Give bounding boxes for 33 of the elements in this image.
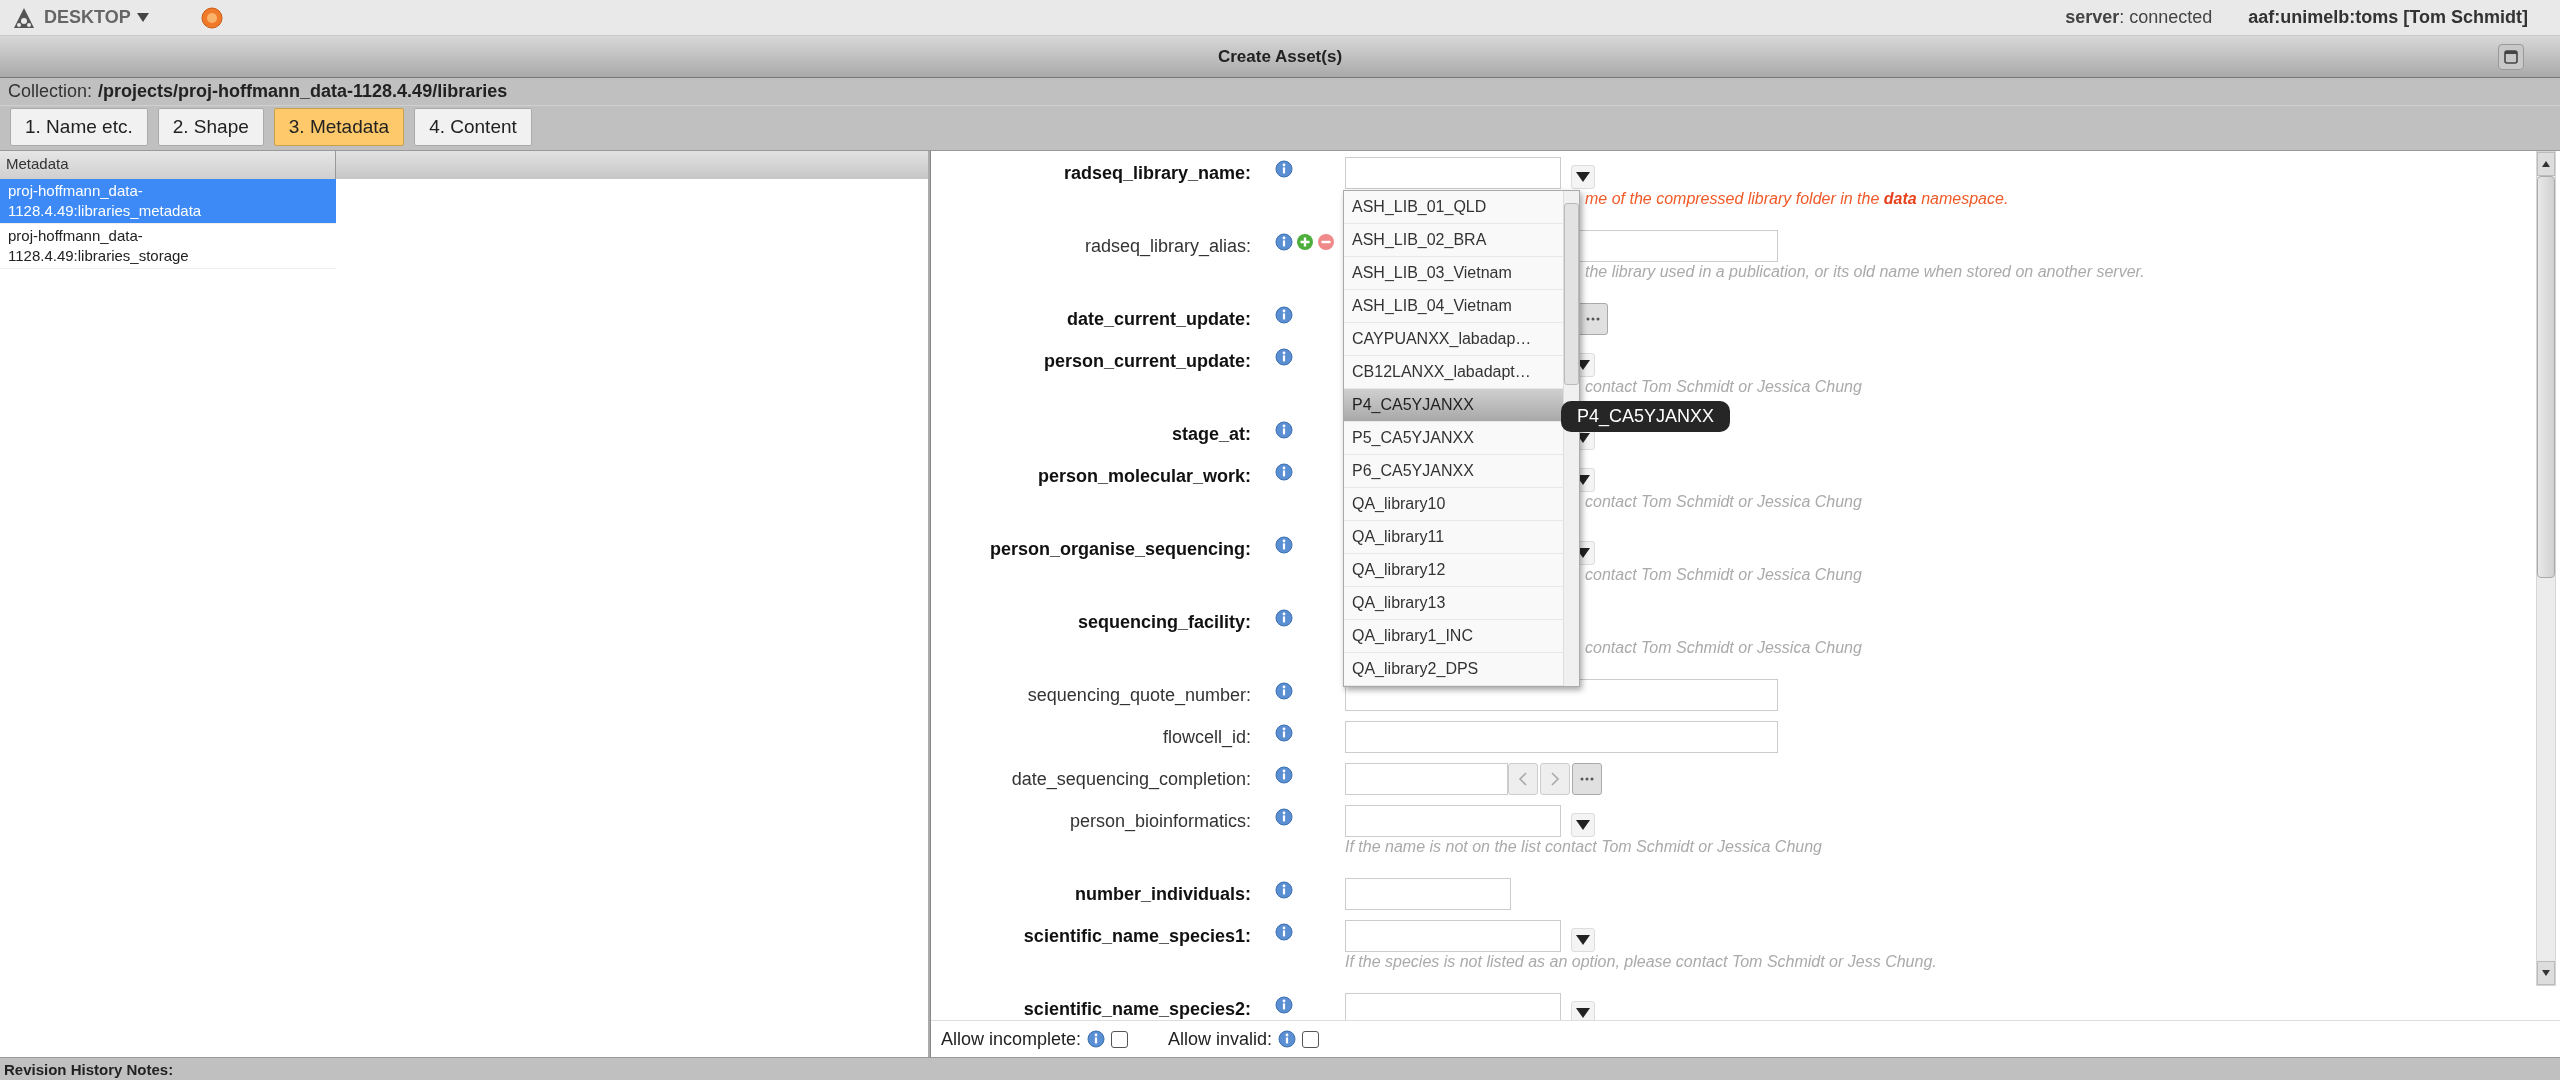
user-name: aaf:unimelb:toms [Tom Schmidt] — [2248, 7, 2528, 28]
field-label: sequencing_facility: — [1077, 611, 1251, 634]
field-label: person_organise_sequencing: — [989, 538, 1251, 561]
column-header: Metadata — [0, 151, 336, 179]
hint-text: If the species is not listed as an option, please contact Tom Schmidt or Jess Chung. — [1345, 952, 1937, 972]
field-label: person_bioinformatics: — [1069, 810, 1251, 834]
hint-text: me of the compressed library folder in the data namespace. — [1585, 189, 2009, 209]
collection-label: Collection: — [8, 81, 93, 102]
field-label: date_sequencing_completion: — [1011, 768, 1251, 792]
hint-text: contact Tom Schmidt or Jessica Chung — [1585, 492, 1862, 512]
window-title: Create Asset(s) — [1217, 46, 1343, 67]
collection-path: /projects/proj-hoffmann_data-1128.4.49/libraries — [98, 81, 508, 102]
hint-text: the library used in a publication, or its old name when stored on another server. — [1585, 262, 2145, 282]
field-label: radseq_library_name: — [1063, 162, 1251, 185]
hint-text: contact Tom Schmidt or Jessica Chung — [1585, 565, 1862, 585]
option-label: Allow invalid: — [1168, 1028, 1273, 1050]
field-label: radseq_library_alias: — [1084, 235, 1251, 259]
field-label: flowcell_id: — [1162, 726, 1251, 750]
field-label: sequencing_quote_number: — [1027, 684, 1251, 708]
field-label: scientific_name_species2: — [1023, 998, 1251, 1020]
field-label: person_current_update: — [1043, 350, 1251, 373]
field-label: scientific_name_species1: — [1023, 925, 1251, 948]
option-label: Allow incomplete: — [941, 1028, 1082, 1050]
field-label: number_individuals: — [1074, 883, 1251, 906]
hint-text: If the name is not on the list contact Tom Schmidt or Jessica Chung — [1345, 837, 1822, 857]
revision-notes-label: Revision History Notes: — [4, 1060, 174, 1078]
server-status: server: connected — [2065, 7, 2213, 28]
tooltip: P4_CA5YJANXX — [1561, 401, 1731, 432]
hint-text: contact Tom Schmidt or Jessica Chung — [1585, 638, 1862, 658]
field-label: stage_at: — [1171, 423, 1251, 446]
field-label: person_molecular_work: — [1037, 465, 1251, 488]
field-label: date_current_update: — [1066, 308, 1251, 331]
hint-text: contact Tom Schmidt or Jessica Chung — [1585, 377, 1862, 397]
